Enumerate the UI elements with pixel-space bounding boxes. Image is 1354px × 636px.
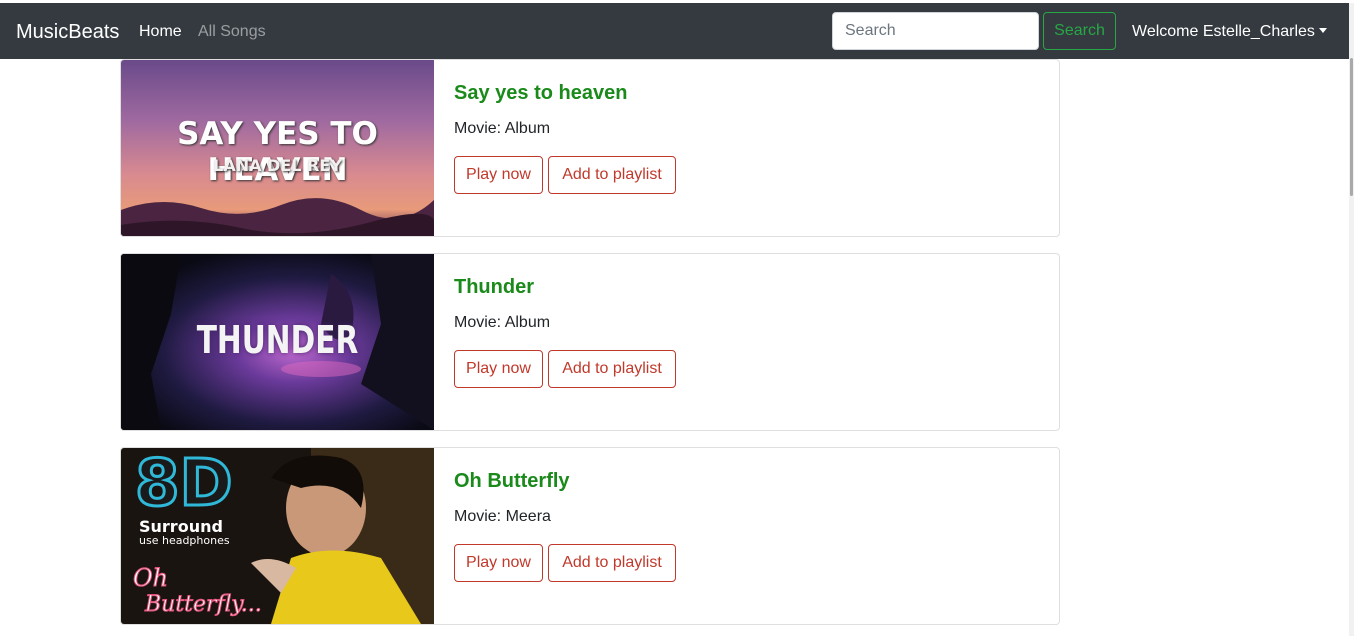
song-title: Oh Butterfly bbox=[454, 470, 570, 492]
song-card: 8D Surround use headphones Oh Butterfly.… bbox=[120, 447, 1060, 625]
play-now-button[interactable]: Play now bbox=[454, 156, 543, 194]
song-title: Say yes to heaven bbox=[454, 82, 628, 104]
caret-down-icon bbox=[1318, 28, 1327, 33]
song-cover-image: SAY YES TO HEAVEN LANA DEL REY bbox=[121, 60, 434, 236]
add-to-playlist-button[interactable]: Add to playlist bbox=[548, 350, 676, 388]
play-now-button[interactable]: Play now bbox=[454, 350, 543, 388]
user-menu-label: Welcome Estelle_Charles bbox=[1132, 23, 1315, 40]
song-card: THUNDER Thunder Movie: Album Play now Ad… bbox=[120, 253, 1060, 431]
cover-artist-text: LANA DEL REY bbox=[213, 156, 342, 175]
search-input[interactable] bbox=[832, 12, 1039, 50]
cover-8d-text: 8D bbox=[134, 448, 235, 522]
add-to-playlist-button[interactable]: Add to playlist bbox=[548, 544, 676, 582]
song-movie: Movie: Meera bbox=[454, 508, 551, 525]
song-cover-image: THUNDER bbox=[121, 254, 434, 430]
nav-link-all-songs[interactable]: All Songs bbox=[198, 22, 266, 42]
add-to-playlist-button[interactable]: Add to playlist bbox=[548, 156, 676, 194]
nav-link-home[interactable]: Home bbox=[139, 22, 182, 42]
song-movie: Movie: Album bbox=[454, 314, 551, 331]
cover-headphones-text: use headphones bbox=[139, 534, 230, 547]
song-cover-image: 8D Surround use headphones Oh Butterfly.… bbox=[121, 448, 434, 624]
cover-title-text: THUNDER bbox=[196, 318, 359, 362]
search-button[interactable]: Search bbox=[1043, 12, 1116, 50]
page-scrollbar[interactable] bbox=[1349, 3, 1354, 636]
song-movie: Movie: Album bbox=[454, 120, 551, 137]
song-card: SAY YES TO HEAVEN LANA DEL REY Say yes t… bbox=[120, 59, 1060, 237]
cover-oh-text: Oh bbox=[132, 564, 169, 593]
play-now-button[interactable]: Play now bbox=[454, 544, 543, 582]
scrollbar-thumb[interactable] bbox=[1350, 58, 1353, 196]
cover-butterfly-text: Butterfly... bbox=[145, 592, 263, 618]
user-menu-dropdown[interactable]: Welcome Estelle_Charles bbox=[1132, 22, 1327, 42]
cover-title-text: SAY YES TO HEAVEN bbox=[177, 116, 378, 188]
brand-logo[interactable]: MusicBeats bbox=[16, 20, 119, 44]
song-title: Thunder bbox=[454, 276, 534, 298]
navbar: MusicBeats Home All Songs Search Welcome… bbox=[0, 3, 1349, 59]
